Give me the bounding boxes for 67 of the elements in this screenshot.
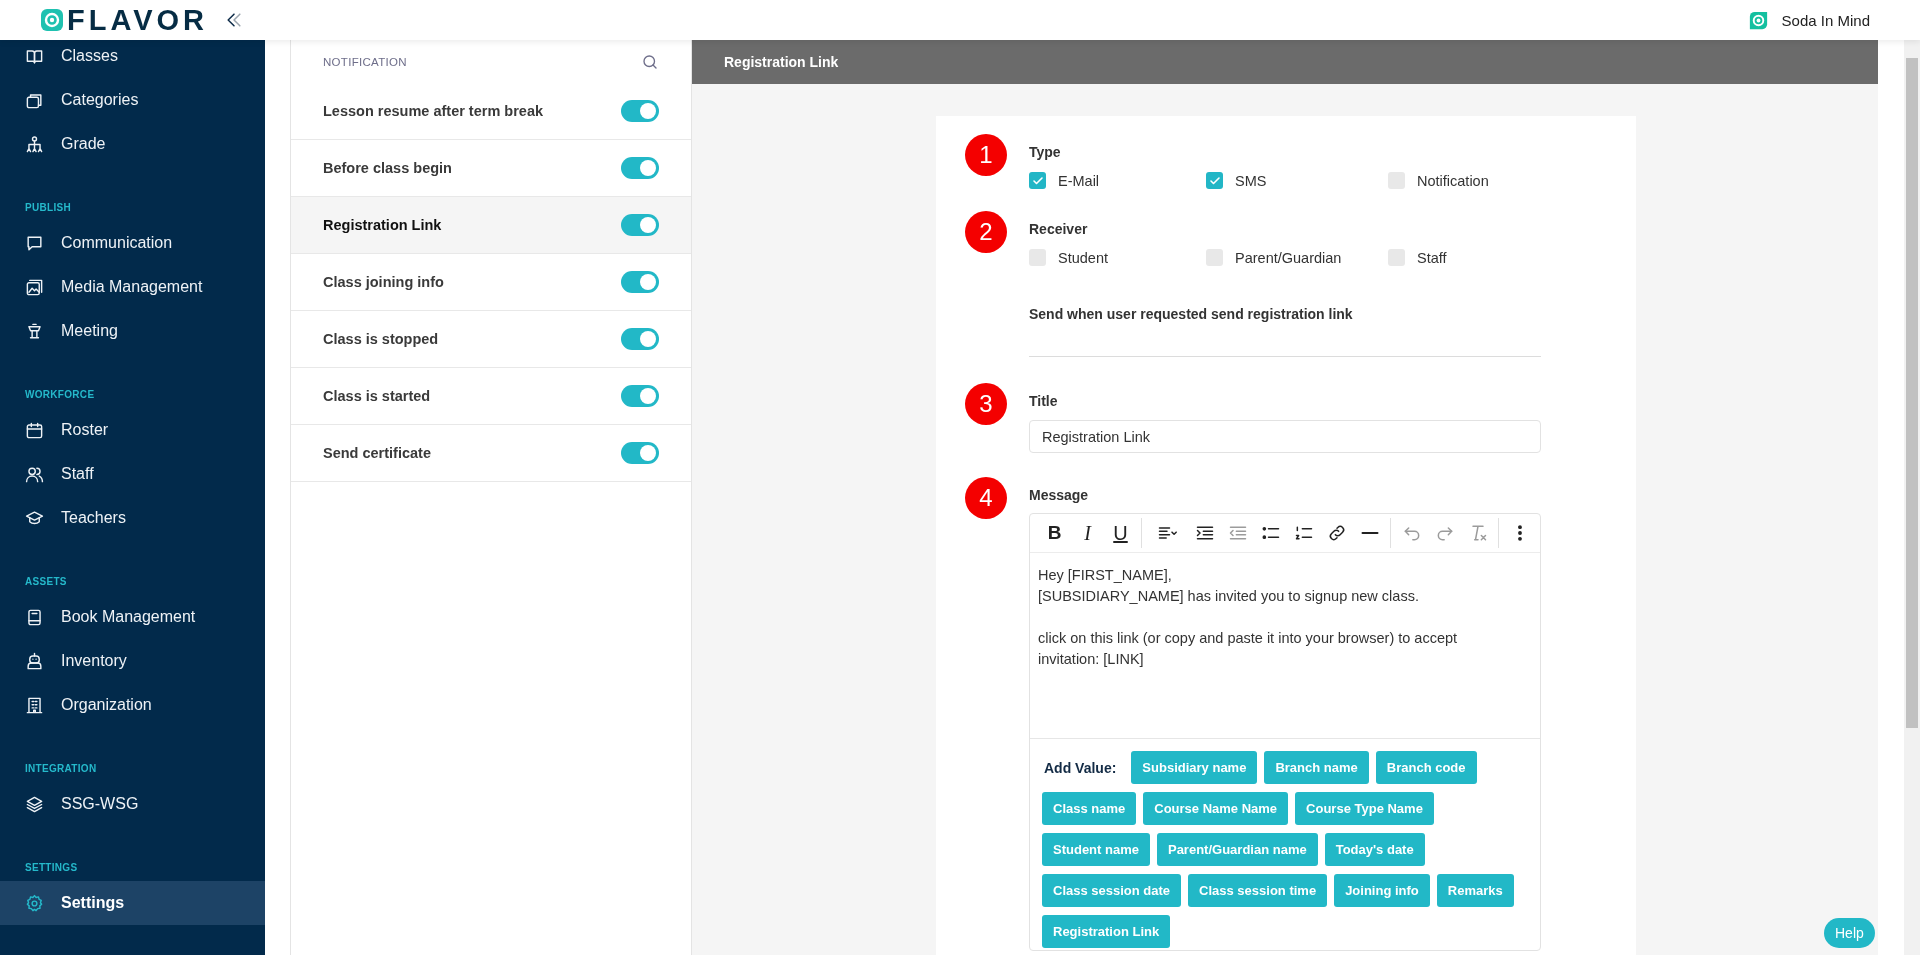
panel-title-bar: Registration Link xyxy=(692,40,1878,84)
notification-label: Before class begin xyxy=(323,160,452,176)
sidebar-item[interactable]: SSG-WSG xyxy=(0,782,265,826)
notification-label: Registration Link xyxy=(323,217,442,233)
step-number-badge: 3 xyxy=(965,383,1007,425)
notification-label: Class joining info xyxy=(323,274,444,290)
section-heading: INTEGRATION xyxy=(24,762,98,776)
italic-button[interactable]: I xyxy=(1071,518,1104,548)
field-label: Title xyxy=(1029,393,1059,409)
checkbox-option[interactable]: Staff xyxy=(1388,249,1538,266)
sidebar-item[interactable]: Grade xyxy=(0,122,265,166)
sidebar-item[interactable]: Teachers xyxy=(0,496,265,540)
sidebar-item[interactable]: Media Management xyxy=(0,265,265,309)
option-label: Parent/Guardian xyxy=(1235,249,1342,266)
field-label: Receiver xyxy=(1029,221,1089,237)
sidebar-item[interactable]: Communication xyxy=(0,221,265,265)
section-heading: ASSETS xyxy=(24,575,68,589)
notification-item[interactable]: Lesson resume after term break xyxy=(291,83,691,140)
notification-label: Send certificate xyxy=(323,445,431,461)
notification-item[interactable]: Class is stopped xyxy=(291,311,691,368)
sidebar-item[interactable]: Book Management xyxy=(0,595,265,639)
notification-item[interactable]: Class is started xyxy=(291,368,691,425)
sidebar-item[interactable]: Settings xyxy=(0,881,265,925)
sidebar-item[interactable]: Organization xyxy=(0,683,265,727)
option-label: Student xyxy=(1058,249,1108,266)
message-text-line: invitation: [LINK] xyxy=(1038,650,1145,669)
field-label: Type xyxy=(1029,144,1062,160)
notification-label: Class is started xyxy=(323,388,431,404)
option-label: SMS xyxy=(1235,172,1267,189)
account-name[interactable]: Soda In Mind xyxy=(1781,11,1870,29)
brand-logo-text: FLAVOR xyxy=(67,3,209,37)
checkbox-option[interactable]: Student xyxy=(1029,249,1206,266)
step-number-badge: 4 xyxy=(965,477,1007,519)
bold-button[interactable]: B xyxy=(1038,518,1071,548)
step-number-badge: 1 xyxy=(965,134,1007,176)
message-text-line: Hey [FIRST_NAME], xyxy=(1038,566,1173,585)
sidebar-item[interactable]: Staff xyxy=(0,452,265,496)
field-label: Message xyxy=(1029,487,1090,503)
checkbox-option[interactable]: E-Mail xyxy=(1029,172,1206,189)
option-label: E-Mail xyxy=(1058,172,1100,189)
add-value-label: Add Value: xyxy=(1044,759,1117,776)
sidebar-item[interactable]: Roster xyxy=(0,408,265,452)
notification-label: Class is stopped xyxy=(323,331,439,347)
checkbox-option[interactable]: SMS xyxy=(1206,172,1388,189)
step-number-badge: 2 xyxy=(965,211,1007,253)
message-text-line: click on this link (or copy and paste it into your browser) to accept xyxy=(1038,629,1459,648)
sidebar-item[interactable]: Classes xyxy=(0,40,265,78)
checkbox-option[interactable]: Notification xyxy=(1388,172,1538,189)
message-body[interactable]: Hey [FIRST_NAME], [SUBSIDIARY_NAME] has invited you to signup new class. click on this link (or copy and paste it into your browser) to accept invitation: [LINK] xyxy=(1030,553,1540,739)
section-heading: PUBLISH xyxy=(24,201,72,215)
message-text-line: [SUBSIDIARY_NAME] has invited you to signup new class. xyxy=(1038,587,1420,606)
section-heading: NOTIFICATION xyxy=(323,55,407,68)
section-heading: SETTINGS xyxy=(24,861,79,875)
sidebar-item[interactable]: Inventory xyxy=(0,639,265,683)
title-input[interactable]: Registration Link xyxy=(1029,420,1541,453)
sidebar-item[interactable]: Meeting xyxy=(0,309,265,353)
underline-button[interactable]: U xyxy=(1104,518,1137,548)
notification-item[interactable]: Send certificate xyxy=(291,425,691,482)
notification-item[interactable]: Class joining info xyxy=(291,254,691,311)
option-label: Staff xyxy=(1417,249,1447,266)
sidebar-item[interactable]: Categories xyxy=(0,78,265,122)
option-label: Notification xyxy=(1417,172,1489,189)
notification-item[interactable]: Registration Link xyxy=(291,197,691,254)
notification-label: Lesson resume after term break xyxy=(323,103,543,119)
section-heading: WORKFORCE xyxy=(24,388,96,402)
trigger-description: Send when user requested send registration link xyxy=(1029,306,1354,322)
checkbox-option[interactable]: Parent/Guardian xyxy=(1206,249,1388,266)
